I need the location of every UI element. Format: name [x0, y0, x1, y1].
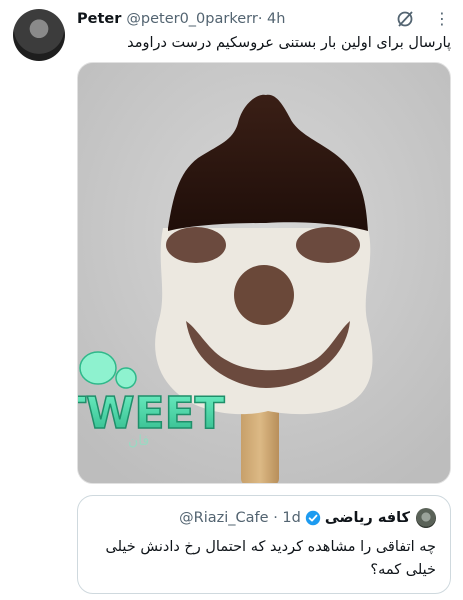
- quote-separator: ·: [268, 510, 283, 526]
- svg-text:TWEET: TWEET: [78, 388, 225, 439]
- quote-handle: @Riazi_Cafe: [179, 510, 269, 526]
- more-dots-icon[interactable]: ⋮: [433, 8, 451, 30]
- nose: [234, 265, 294, 325]
- left-eye: [166, 227, 226, 263]
- quote-author-avatar: [416, 508, 436, 528]
- quote-header: کافه ریاضی @Riazi_Cafe · 1d: [179, 508, 436, 528]
- tweet-time[interactable]: · 4h: [258, 11, 286, 27]
- time-text: 4h: [267, 11, 286, 27]
- author-name[interactable]: Peter: [77, 11, 121, 27]
- tweet-header: Peter @peter0_0parkerr · 4h ⋮: [77, 8, 451, 30]
- ice-cream-clown-image: TWEET فان: [78, 63, 450, 483]
- author-handle[interactable]: @peter0_0parkerr: [126, 11, 257, 27]
- tweet-media-image[interactable]: TWEET فان: [77, 62, 451, 484]
- author-avatar[interactable]: [13, 9, 65, 61]
- quoted-tweet[interactable]: کافه ریاضی @Riazi_Cafe · 1d چه اتفاقی را…: [77, 495, 451, 594]
- quote-time: 1d: [282, 510, 301, 526]
- quote-author-handle-and-time: @Riazi_Cafe · 1d: [179, 510, 301, 526]
- quote-text: چه اتفاقی را مشاهده کردید که احتمال رخ د…: [105, 539, 437, 578]
- svg-text:فان: فان: [128, 433, 149, 449]
- author-handle-text: @peter0_0parkerr: [126, 11, 258, 27]
- verified-badge-icon: [305, 510, 321, 526]
- right-eye: [296, 227, 360, 263]
- tweet-text: پارسال برای اولین بار بستنی عروسکیم درست…: [127, 35, 451, 51]
- time-separator: ·: [257, 11, 268, 27]
- quote-author-name: کافه ریاضی: [324, 510, 410, 526]
- grok-icon[interactable]: [395, 9, 415, 29]
